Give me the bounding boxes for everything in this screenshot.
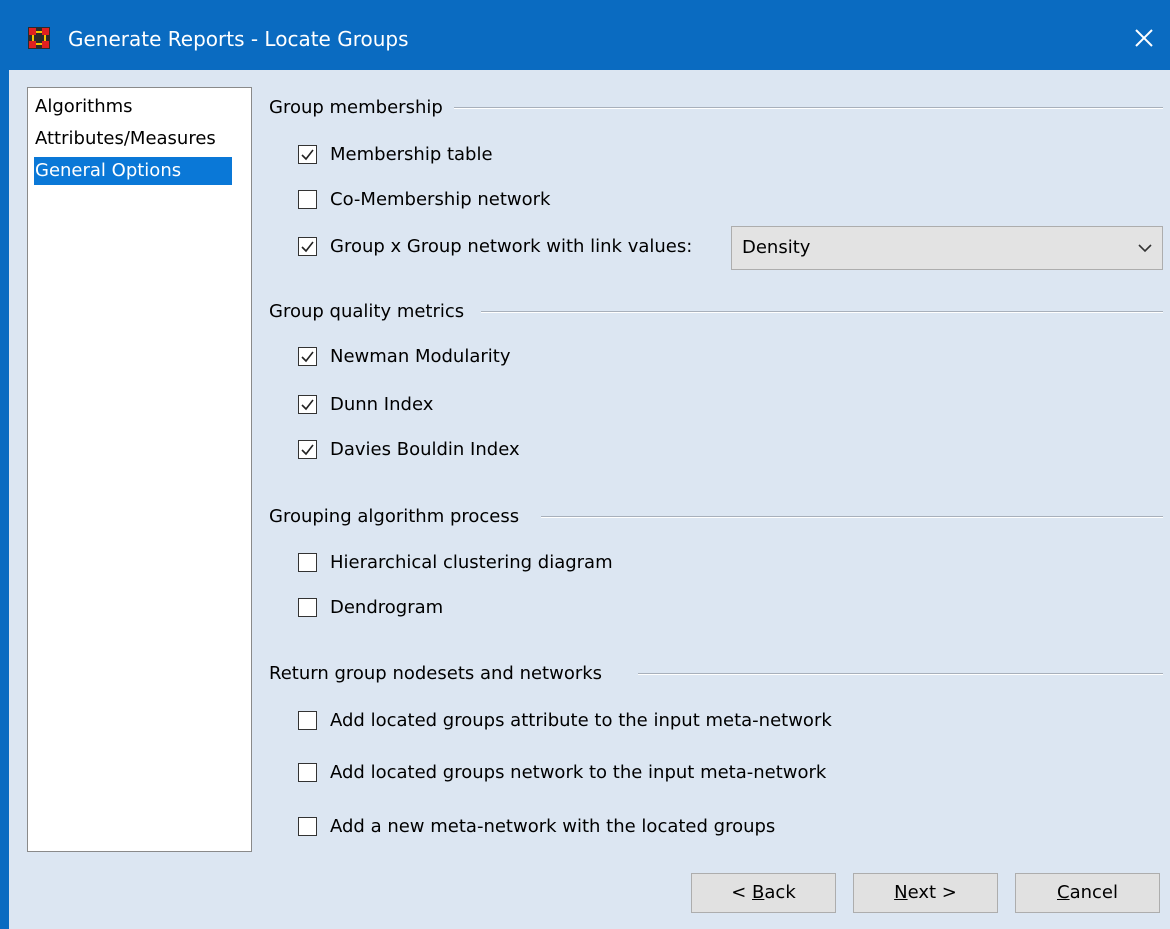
- group-x-group-label: Group x Group network with link values:: [330, 236, 693, 257]
- dendrogram-label: Dendrogram: [330, 597, 444, 618]
- link-value-selected: Density: [742, 237, 811, 258]
- davies-bouldin-label: Davies Bouldin Index: [330, 439, 520, 460]
- section-title-return-groups: Return group nodesets and networks: [269, 663, 603, 684]
- section-divider: [454, 107, 1163, 109]
- checkmark-icon: [301, 444, 314, 456]
- section-divider: [541, 516, 1163, 518]
- newman-modularity-label: Newman Modularity: [330, 346, 511, 367]
- add-groups-network-label: Add located groups network to the input …: [330, 762, 827, 783]
- add-groups-network-checkbox[interactable]: [298, 763, 317, 782]
- dunn-index-checkbox[interactable]: [298, 395, 317, 414]
- add-new-meta-network-checkbox[interactable]: [298, 817, 317, 836]
- dendrogram-checkbox[interactable]: [298, 598, 317, 617]
- davies-bouldin-checkbox[interactable]: [298, 440, 317, 459]
- checkmark-icon: [301, 241, 314, 253]
- checkmark-icon: [301, 149, 314, 161]
- newman-modularity-checkbox[interactable]: [298, 347, 317, 366]
- group-x-group-checkbox[interactable]: [298, 237, 317, 256]
- add-groups-attribute-label: Add located groups attribute to the inpu…: [330, 710, 832, 731]
- link-value-dropdown[interactable]: Density: [731, 226, 1163, 270]
- co-membership-checkbox[interactable]: [298, 190, 317, 209]
- back-button-rest: ack: [764, 882, 796, 903]
- checkmark-icon: [301, 399, 314, 411]
- membership-table-checkbox[interactable]: [298, 145, 317, 164]
- membership-table-label: Membership table: [330, 144, 493, 165]
- close-button[interactable]: [1122, 16, 1166, 60]
- section-divider: [481, 311, 1163, 313]
- chevron-down-icon: [1138, 244, 1152, 253]
- checkmark-icon: [301, 351, 314, 363]
- section-divider: [638, 673, 1163, 675]
- hierarchical-diagram-checkbox[interactable]: [298, 553, 317, 572]
- dunn-index-label: Dunn Index: [330, 394, 434, 415]
- add-new-meta-network-label: Add a new meta-network with the located …: [330, 816, 776, 837]
- nav-item-algorithms[interactable]: Algorithms: [34, 93, 134, 121]
- nav-item-attributes-measures[interactable]: Attributes/Measures: [34, 125, 217, 153]
- next-button-rest: ext >: [907, 882, 957, 903]
- co-membership-label: Co-Membership network: [330, 189, 551, 210]
- next-button-mnemonic: N: [894, 882, 908, 903]
- next-button[interactable]: Next >: [853, 873, 998, 913]
- window-title: Generate Reports - Locate Groups: [68, 27, 409, 51]
- cancel-button-rest: ancel: [1069, 882, 1118, 903]
- network-grid-icon: [28, 27, 50, 49]
- dialog-body: Algorithms Attributes/Measures General O…: [9, 70, 1170, 929]
- options-category-list: Algorithms Attributes/Measures General O…: [27, 87, 252, 852]
- title-bar: Generate Reports - Locate Groups: [0, 0, 1170, 70]
- back-button-mnemonic: B: [752, 882, 765, 903]
- section-title-algorithm-process: Grouping algorithm process: [269, 506, 520, 527]
- nav-item-general-options[interactable]: General Options: [34, 157, 232, 185]
- add-groups-attribute-checkbox[interactable]: [298, 711, 317, 730]
- section-title-quality-metrics: Group quality metrics: [269, 301, 465, 322]
- dialog-window: Generate Reports - Locate Groups Algorit…: [0, 0, 1170, 929]
- cancel-button-mnemonic: C: [1057, 882, 1070, 903]
- close-icon: [1135, 29, 1153, 47]
- hierarchical-diagram-label: Hierarchical clustering diagram: [330, 552, 613, 573]
- section-title-group-membership: Group membership: [269, 97, 443, 118]
- cancel-button[interactable]: Cancel: [1015, 873, 1160, 913]
- back-button-prefix: <: [731, 882, 753, 903]
- back-button[interactable]: < Back: [691, 873, 836, 913]
